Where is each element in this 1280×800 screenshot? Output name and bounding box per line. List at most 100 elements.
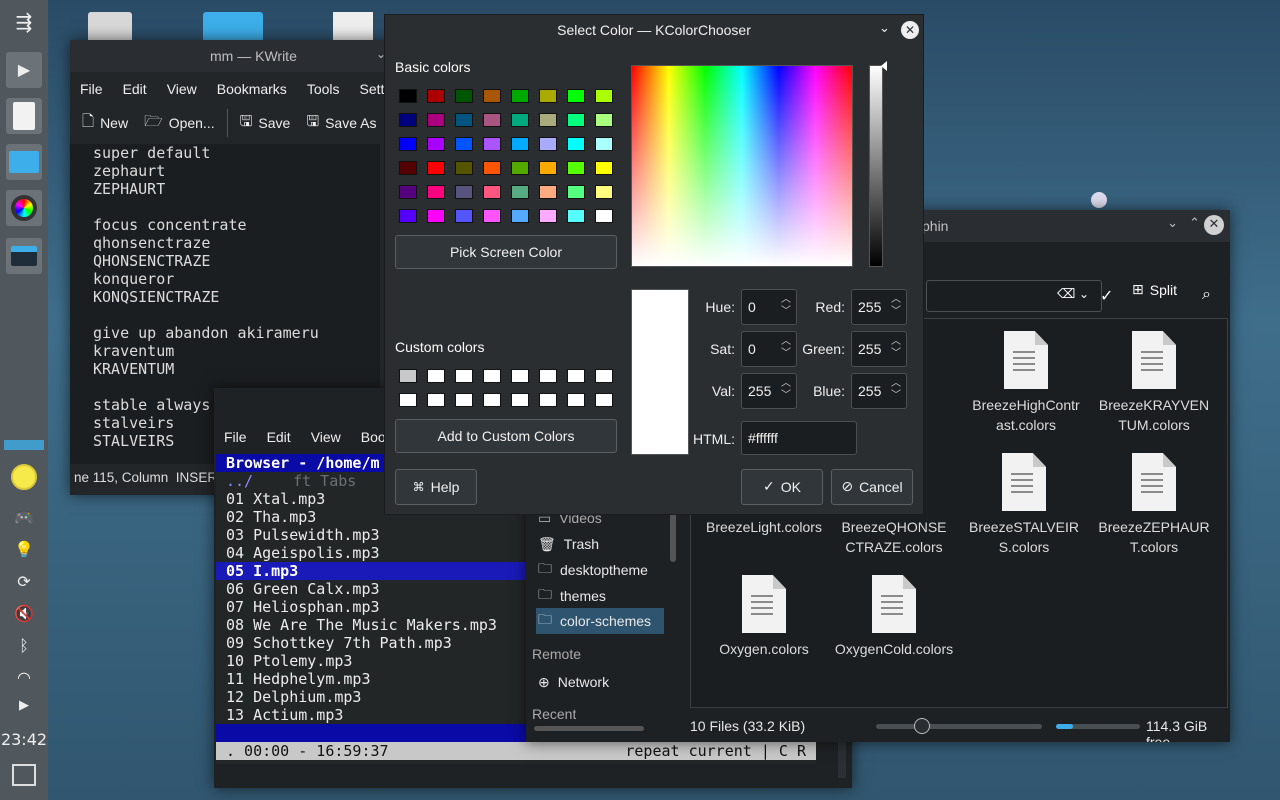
zoom-slider-handle[interactable] bbox=[914, 718, 930, 734]
task-settings[interactable] bbox=[6, 238, 42, 274]
term-menu-edit[interactable]: Edit bbox=[257, 429, 301, 445]
kickoff-button[interactable]: ⇶ bbox=[6, 4, 42, 40]
pick-screen-color-button[interactable]: Pick Screen Color bbox=[395, 235, 617, 269]
custom-color-swatch[interactable] bbox=[455, 393, 473, 407]
spin-arrows-icon[interactable]: ︿ ﹀ bbox=[890, 336, 902, 362]
basic-color-swatch[interactable] bbox=[455, 185, 473, 199]
file-item[interactable]: BreezeZEPHAURT.colors bbox=[1089, 453, 1219, 557]
basic-color-swatch[interactable] bbox=[567, 89, 585, 103]
save-button[interactable]: 🖫 Save bbox=[232, 106, 299, 140]
basic-color-swatch[interactable] bbox=[399, 89, 417, 103]
custom-color-swatch[interactable] bbox=[455, 369, 473, 383]
file-item[interactable]: OxygenCold.colors bbox=[829, 575, 959, 659]
basic-color-swatch[interactable] bbox=[399, 137, 417, 151]
basic-color-swatch[interactable] bbox=[595, 209, 613, 223]
basic-color-swatch[interactable] bbox=[595, 137, 613, 151]
basic-color-swatch[interactable] bbox=[483, 161, 501, 175]
clear-icon[interactable]: ⌫ bbox=[1057, 287, 1075, 302]
basic-color-swatch[interactable] bbox=[595, 113, 613, 127]
basic-color-swatch[interactable] bbox=[539, 209, 557, 223]
basic-color-swatch[interactable] bbox=[427, 185, 445, 199]
basic-color-swatch[interactable] bbox=[427, 137, 445, 151]
add-custom-colors-button[interactable]: Add to Custom Colors bbox=[395, 419, 617, 453]
task-kwrite[interactable] bbox=[6, 98, 42, 134]
file-item[interactable]: Oxygen.colors bbox=[699, 575, 829, 659]
basic-color-swatch[interactable] bbox=[567, 137, 585, 151]
value-slider[interactable] bbox=[869, 65, 883, 267]
places-desktoptheme[interactable]: 🗀 desktoptheme bbox=[536, 558, 664, 582]
open-button[interactable]: 🗁 Open... bbox=[136, 106, 223, 140]
custom-color-swatch[interactable] bbox=[427, 393, 445, 407]
update-icon[interactable]: ⟳ bbox=[0, 572, 48, 591]
new-button[interactable]: 🗋 New bbox=[74, 106, 136, 140]
custom-color-swatch[interactable] bbox=[483, 393, 501, 407]
basic-color-swatch[interactable] bbox=[539, 137, 557, 151]
basic-color-swatch[interactable] bbox=[455, 89, 473, 103]
custom-color-swatch[interactable] bbox=[539, 393, 557, 407]
places-color-schemes[interactable]: 🗀 color-schemes bbox=[536, 608, 664, 634]
file-item[interactable]: BreezeSTALVEIRS.colors bbox=[959, 453, 1089, 557]
task-color-chooser[interactable] bbox=[6, 190, 42, 226]
menu-bookmarks[interactable]: Bookmarks bbox=[207, 81, 297, 97]
accept-icon[interactable]: ✓ bbox=[1100, 286, 1113, 305]
clock[interactable]: 23:42 bbox=[0, 730, 48, 749]
custom-color-swatch[interactable] bbox=[427, 369, 445, 383]
basic-color-swatch[interactable] bbox=[455, 209, 473, 223]
basic-color-swatch[interactable] bbox=[567, 185, 585, 199]
html-input[interactable]: #ffffff bbox=[741, 421, 857, 455]
custom-color-swatch[interactable] bbox=[567, 369, 585, 383]
basic-color-swatch[interactable] bbox=[399, 209, 417, 223]
basic-color-swatch[interactable] bbox=[511, 113, 529, 127]
task-terminal[interactable]: ▶ bbox=[6, 52, 42, 88]
basic-color-swatch[interactable] bbox=[483, 137, 501, 151]
basic-color-swatch[interactable] bbox=[427, 209, 445, 223]
places-trash[interactable]: 🗑 Trash bbox=[536, 532, 664, 556]
file-item[interactable]: BreezeLight.colors bbox=[699, 517, 829, 537]
basic-color-swatch[interactable] bbox=[539, 161, 557, 175]
menu-file[interactable]: File bbox=[70, 81, 113, 97]
tray-expand-icon[interactable]: ▶ bbox=[0, 698, 48, 713]
basic-color-swatch[interactable] bbox=[455, 113, 473, 127]
bluetooth-icon[interactable]: ᛒ bbox=[0, 636, 48, 655]
basic-color-swatch[interactable] bbox=[483, 209, 501, 223]
places-themes[interactable]: 🗀 themes bbox=[536, 584, 664, 608]
basic-color-swatch[interactable] bbox=[427, 89, 445, 103]
volume-muted-icon[interactable]: 🔇 bbox=[0, 604, 48, 623]
basic-color-swatch[interactable] bbox=[511, 161, 529, 175]
bulb-icon[interactable]: 💡 bbox=[0, 540, 48, 559]
basic-color-swatch[interactable] bbox=[511, 89, 529, 103]
basic-color-swatch[interactable] bbox=[399, 185, 417, 199]
term-menu-view[interactable]: View bbox=[301, 429, 351, 445]
minimize-icon[interactable]: ⌄ bbox=[1167, 216, 1178, 231]
spin-arrows-icon[interactable]: ︿ ﹀ bbox=[890, 294, 902, 320]
task-dolphin[interactable] bbox=[6, 144, 42, 180]
basic-color-swatch[interactable] bbox=[567, 161, 585, 175]
basic-color-swatch[interactable] bbox=[595, 89, 613, 103]
file-item[interactable]: BreezeKRAYVENTUM.colors bbox=[1089, 331, 1219, 435]
search-icon[interactable]: ⌕ bbox=[1202, 284, 1211, 304]
basic-color-swatch[interactable] bbox=[427, 161, 445, 175]
ok-button[interactable]: ✓ OK bbox=[741, 469, 823, 505]
menu-edit[interactable]: Edit bbox=[113, 81, 157, 97]
custom-color-swatch[interactable] bbox=[595, 369, 613, 383]
red-spinbox[interactable]: 255 ︿ ﹀ bbox=[851, 289, 907, 325]
basic-color-swatch[interactable] bbox=[483, 89, 501, 103]
menu-view[interactable]: View bbox=[157, 81, 207, 97]
weather-icon[interactable] bbox=[11, 464, 37, 490]
places-hscrollbar[interactable] bbox=[534, 726, 644, 731]
basic-color-swatch[interactable] bbox=[539, 89, 557, 103]
show-desktop-icon[interactable] bbox=[12, 764, 36, 786]
wifi-icon[interactable]: ◠ bbox=[0, 668, 48, 687]
zoom-slider[interactable] bbox=[876, 718, 1042, 734]
custom-color-swatch[interactable] bbox=[399, 369, 417, 383]
custom-color-swatch[interactable] bbox=[399, 393, 417, 407]
save-as-button[interactable]: 🖫 Save As bbox=[298, 106, 384, 140]
custom-color-swatch[interactable] bbox=[539, 369, 557, 383]
gamepad-icon[interactable]: 🎮 bbox=[0, 508, 48, 527]
custom-color-swatch[interactable] bbox=[511, 393, 529, 407]
basic-color-swatch[interactable] bbox=[539, 113, 557, 127]
basic-color-swatch[interactable] bbox=[511, 137, 529, 151]
basic-color-swatch[interactable] bbox=[567, 113, 585, 127]
places-network[interactable]: ⊕ Network bbox=[536, 670, 664, 694]
close-icon[interactable]: ✕ bbox=[1204, 215, 1224, 235]
